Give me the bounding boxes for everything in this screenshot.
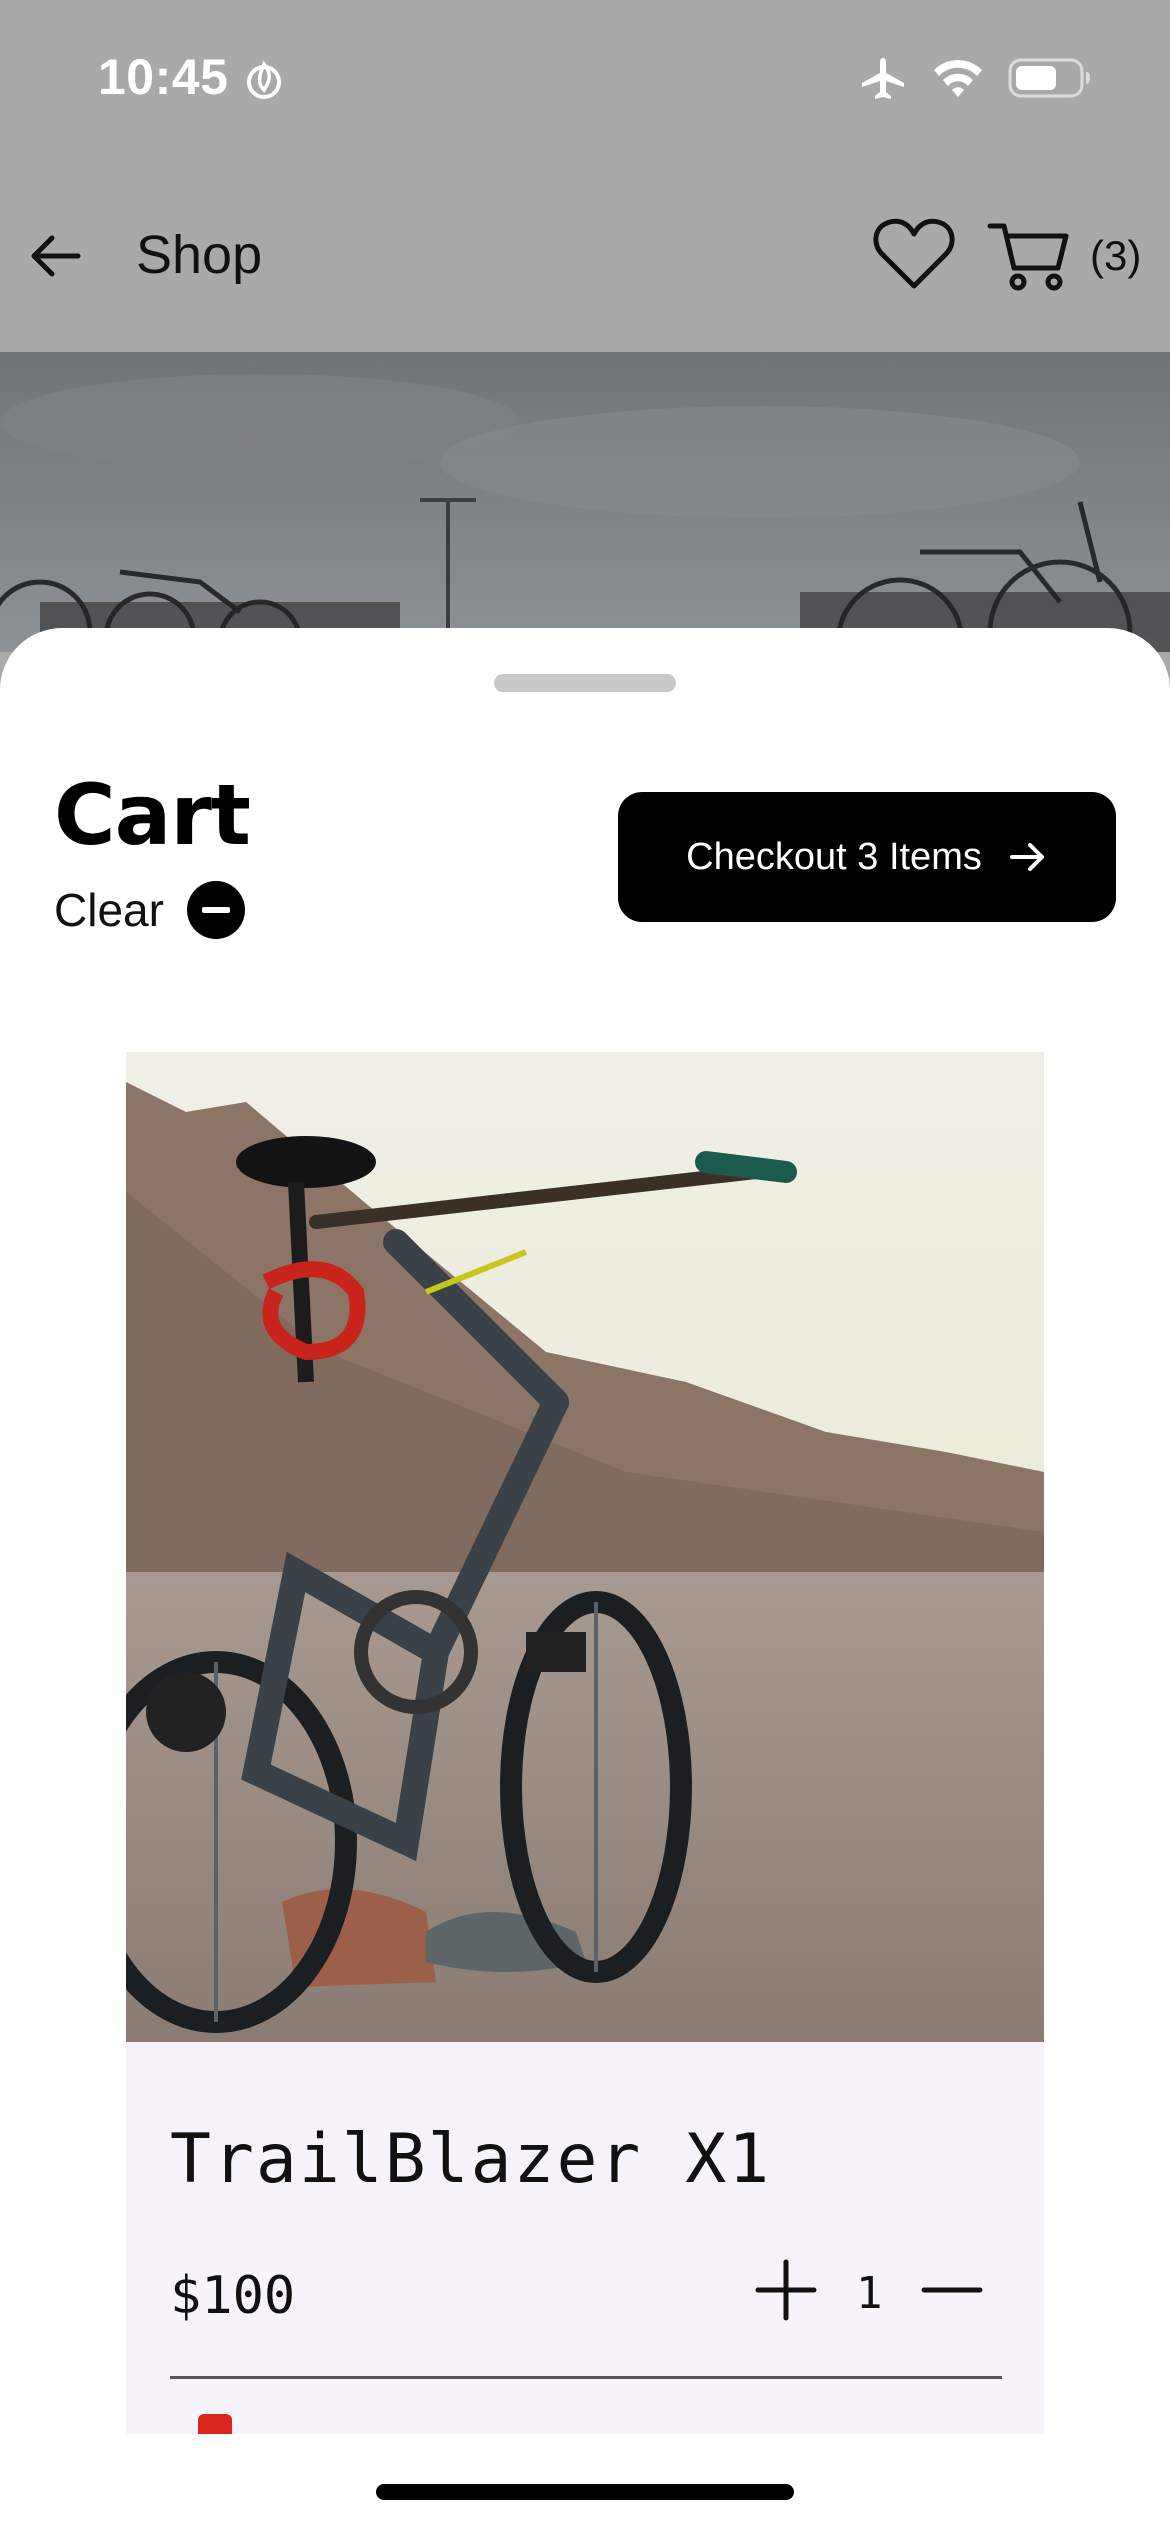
checkout-button[interactable]: Checkout 3 Items [618, 792, 1116, 922]
sheet-drag-handle[interactable] [494, 674, 676, 692]
cart-sheet: Cart Clear Checkout 3 Items TrailBlazer … [0, 628, 1170, 2532]
cart-icon[interactable] [986, 216, 1070, 294]
status-bar: 10:45 [0, 0, 1170, 150]
product-image [126, 1052, 1044, 2042]
nav-bar: Shop (3) [0, 200, 1170, 310]
card-divider [170, 2376, 1002, 2379]
clear-cart-button[interactable]: Clear [54, 880, 246, 940]
arrow-right-icon [1009, 843, 1044, 871]
wifi-icon [934, 60, 982, 97]
arrow-left-icon[interactable] [26, 226, 86, 286]
home-indicator[interactable] [376, 2484, 794, 2500]
quantity-value: 1 [856, 2268, 883, 2319]
next-item-peek [198, 2414, 232, 2434]
cart-title: Cart [54, 766, 251, 864]
heart-icon[interactable] [872, 214, 956, 294]
nav-title: Shop [136, 225, 263, 285]
checkout-label: Checkout 3 Items [686, 835, 982, 878]
battery-icon [1008, 58, 1090, 98]
flame-icon [247, 60, 281, 99]
minus-icon[interactable] [920, 2258, 984, 2322]
plus-icon[interactable] [754, 2258, 818, 2322]
status-time: 10:45 [98, 49, 229, 105]
airplane-icon [862, 58, 904, 99]
clear-label: Clear [54, 884, 164, 936]
cart-item-card: TrailBlazer X1 $100 1 [126, 1052, 1044, 2434]
minus-circle-icon [186, 881, 245, 939]
hero-photo [0, 352, 1170, 652]
product-price: $100 [170, 2266, 296, 2326]
screen: 10:45 Shop (3) Cart Clear Checkout 3 Ite… [0, 0, 1170, 2532]
cart-count-badge[interactable]: (3) [1090, 232, 1141, 280]
product-name[interactable]: TrailBlazer X1 [170, 2120, 771, 2199]
